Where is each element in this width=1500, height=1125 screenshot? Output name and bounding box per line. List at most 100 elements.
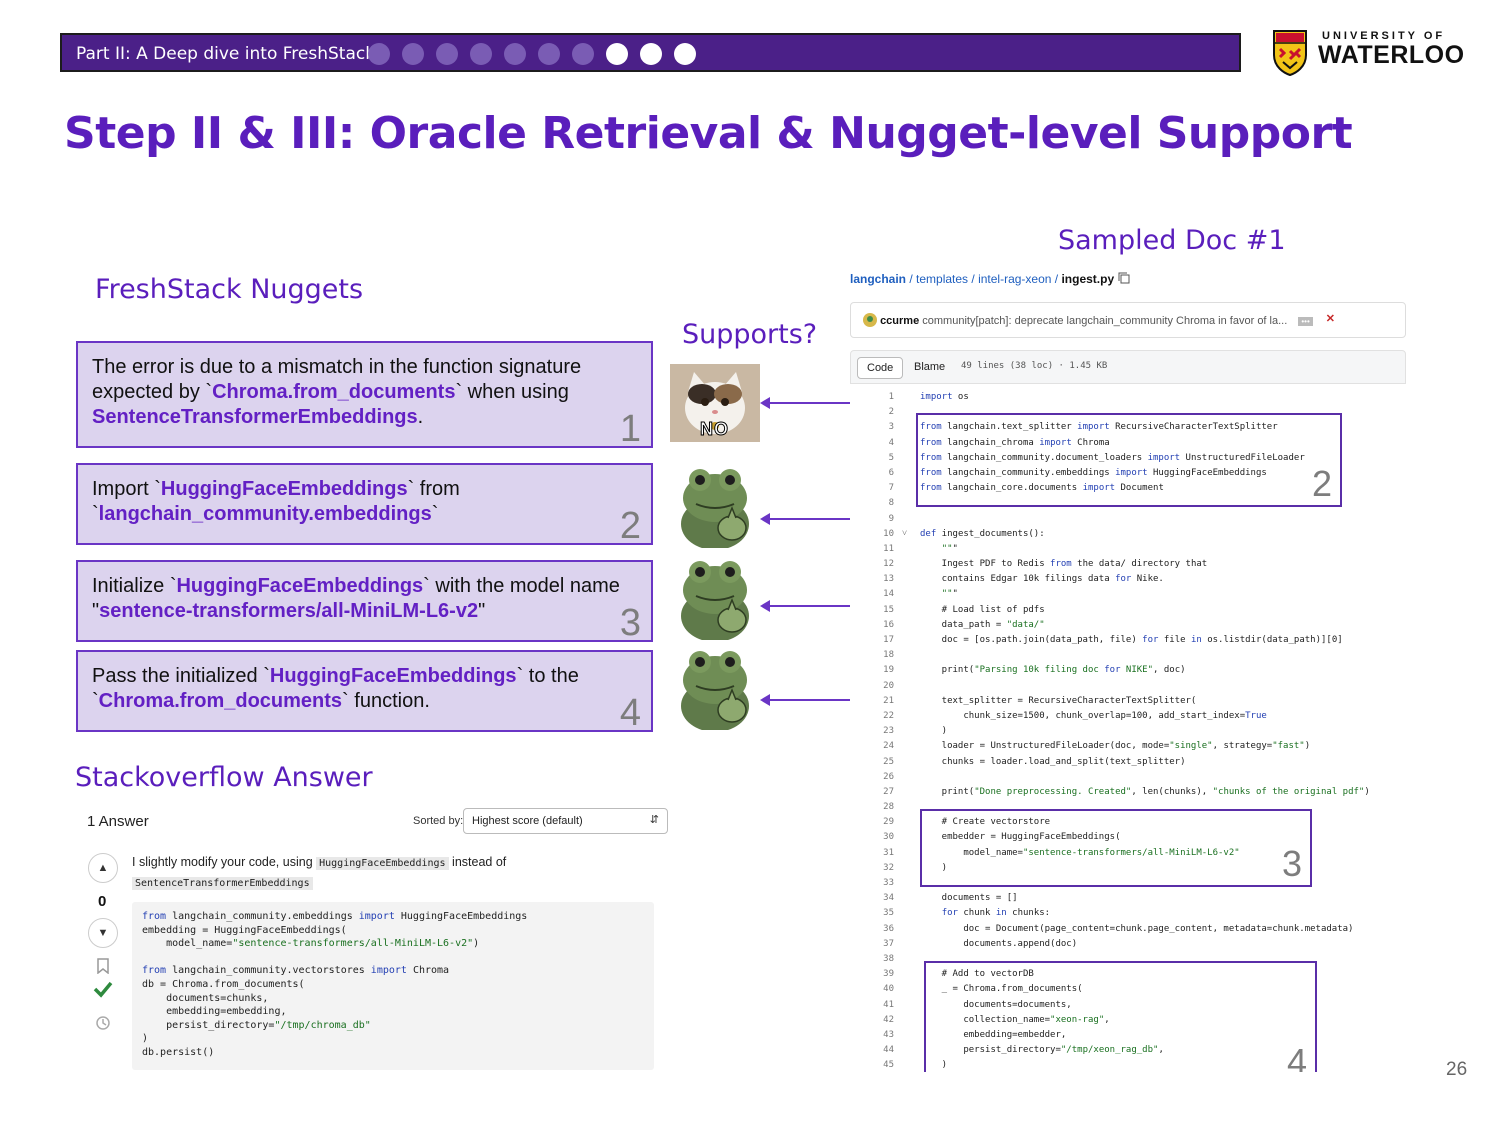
line-number[interactable]: 19 (850, 663, 894, 678)
line-number[interactable]: 25 (850, 755, 894, 770)
line-number[interactable]: 22 (850, 709, 894, 724)
line-number[interactable]: 39 (850, 967, 894, 982)
line-number[interactable]: 2 (850, 405, 894, 420)
highlight-box-2: 2 (916, 413, 1342, 508)
progress-dot (368, 43, 390, 65)
line-source: for chunk in chunks: (941, 908, 1051, 919)
breadcrumb-file: ingest.py (1061, 272, 1115, 286)
line-number[interactable]: 23 (850, 724, 894, 739)
section-header-bar: Part II: A Deep dive into FreshStack (60, 33, 1241, 72)
line-number[interactable]: 27 (850, 785, 894, 800)
line-number[interactable]: 6 (850, 466, 894, 481)
fold-chevron-icon[interactable]: ˅ (902, 527, 907, 542)
code-line: 27 print("Done preprocessing. Created", … (850, 785, 1406, 800)
code-line: 17 doc = [os.path.join(data_path, file) … (850, 633, 1406, 648)
reaction-no-label: NO (700, 419, 729, 440)
line-number[interactable]: 35 (850, 906, 894, 921)
inline-code: SentenceTransformerEmbeddings (132, 877, 313, 890)
line-number[interactable]: 41 (850, 998, 894, 1013)
line-number[interactable]: 36 (850, 922, 894, 937)
line-number[interactable]: 44 (850, 1043, 894, 1058)
line-number[interactable]: 13 (850, 572, 894, 587)
line-source: # Load list of pdfs (920, 604, 1045, 615)
line-number[interactable]: 8 (850, 496, 894, 511)
line-number[interactable]: 7 (850, 481, 894, 496)
line-number[interactable]: 10 (850, 527, 894, 542)
progress-dot (402, 43, 424, 65)
nugget-number: 2 (619, 505, 641, 547)
line-number[interactable]: 24 (850, 739, 894, 754)
bookmark-icon[interactable] (96, 958, 110, 974)
history-icon[interactable] (95, 1015, 111, 1031)
line-number[interactable]: 33 (850, 876, 894, 891)
breadcrumb-dir[interactable]: intel-rag-xeon (978, 272, 1051, 286)
line-number[interactable]: 4 (850, 436, 894, 451)
line-number[interactable]: 28 (850, 800, 894, 815)
line-number[interactable]: 45 (850, 1058, 894, 1072)
nugget-box-4: Pass the initialized `HuggingFaceEmbeddi… (76, 650, 653, 732)
github-file-panel: langchain / templates / intel-rag-xeon /… (850, 270, 1406, 1072)
line-number[interactable]: 17 (850, 633, 894, 648)
line-source: doc = Document(page_content=chunk.page_c… (920, 923, 1354, 934)
highlight-box-3: 3 (920, 808, 1312, 888)
sort-select[interactable]: Highest score (default) ⇵ (463, 808, 668, 834)
code-line: 24 loader = UnstructuredFileLoader(doc, … (850, 739, 1406, 754)
code-line: 21 text_splitter = RecursiveCharacterTex… (850, 694, 1406, 709)
nugget-number: 1 (619, 408, 641, 450)
upvote-button[interactable]: ▲ (88, 853, 118, 883)
line-number[interactable]: 42 (850, 1013, 894, 1028)
code-line: 15 # Load list of pdfs (850, 603, 1406, 618)
line-source: def ingest_documents(): (920, 528, 1045, 539)
caret-down-icon: ▼ (97, 927, 109, 939)
code-line: 19 print("Parsing 10k filing doc for NIK… (850, 663, 1406, 678)
line-number[interactable]: 9 (850, 512, 894, 527)
copy-icon[interactable] (1118, 272, 1130, 284)
line-number[interactable]: 16 (850, 618, 894, 633)
highlight-number: 3 (1281, 843, 1302, 885)
ellipsis-icon[interactable]: ••• (1298, 317, 1313, 326)
latest-commit-bar: ccurme community[patch]: deprecate langc… (850, 302, 1406, 338)
line-number[interactable]: 37 (850, 937, 894, 952)
downvote-button[interactable]: ▼ (88, 918, 118, 948)
nugget-text: Import ` (92, 478, 161, 500)
line-number[interactable]: 31 (850, 846, 894, 861)
line-number[interactable]: 20 (850, 679, 894, 694)
breadcrumb-repo[interactable]: langchain (850, 272, 906, 286)
line-number[interactable]: 21 (850, 694, 894, 709)
breadcrumb-dir[interactable]: templates (916, 272, 968, 286)
line-number[interactable]: 34 (850, 891, 894, 906)
tab-blame[interactable]: Blame (905, 357, 954, 379)
code-line: 35 for chunk in chunks: (850, 906, 1406, 921)
tab-code[interactable]: Code (857, 357, 904, 379)
line-number[interactable]: 38 (850, 952, 894, 967)
line-number[interactable]: 40 (850, 982, 894, 997)
commit-message[interactable]: community[patch]: deprecate langchain_co… (922, 315, 1287, 327)
frog-thumbs-up-image (670, 644, 760, 732)
crest-icon (1273, 30, 1307, 76)
line-number[interactable]: 3 (850, 420, 894, 435)
line-number[interactable]: 43 (850, 1028, 894, 1043)
answer-code-block: from langchain_community.embeddings impo… (132, 902, 654, 1070)
commit-user[interactable]: ccurme (880, 315, 919, 327)
avatar[interactable] (863, 313, 877, 327)
failed-check-icon: ✕ (1325, 313, 1335, 325)
line-number[interactable]: 30 (850, 830, 894, 845)
line-number[interactable]: 11 (850, 542, 894, 557)
line-number[interactable]: 26 (850, 770, 894, 785)
inline-code: HuggingFaceEmbeddings (316, 857, 449, 870)
nugget-highlight: sentence-transformers/all-MiniLM-L6-v2 (99, 600, 479, 622)
line-number[interactable]: 5 (850, 451, 894, 466)
line-number[interactable]: 12 (850, 557, 894, 572)
line-number[interactable]: 15 (850, 603, 894, 618)
sort-select-value: Highest score (default) (472, 815, 583, 827)
line-number[interactable]: 1 (850, 390, 894, 405)
line-number[interactable]: 14 (850, 587, 894, 602)
line-number[interactable]: 18 (850, 648, 894, 663)
progress-dot (674, 43, 696, 65)
code-line: 12 Ingest PDF to Redis from the data/ di… (850, 557, 1406, 572)
nugget-highlight: Chroma.from_documents (98, 690, 343, 712)
code-line: 20 (850, 679, 1406, 694)
line-number[interactable]: 29 (850, 815, 894, 830)
nugget-text: " (478, 600, 486, 622)
line-number[interactable]: 32 (850, 861, 894, 876)
